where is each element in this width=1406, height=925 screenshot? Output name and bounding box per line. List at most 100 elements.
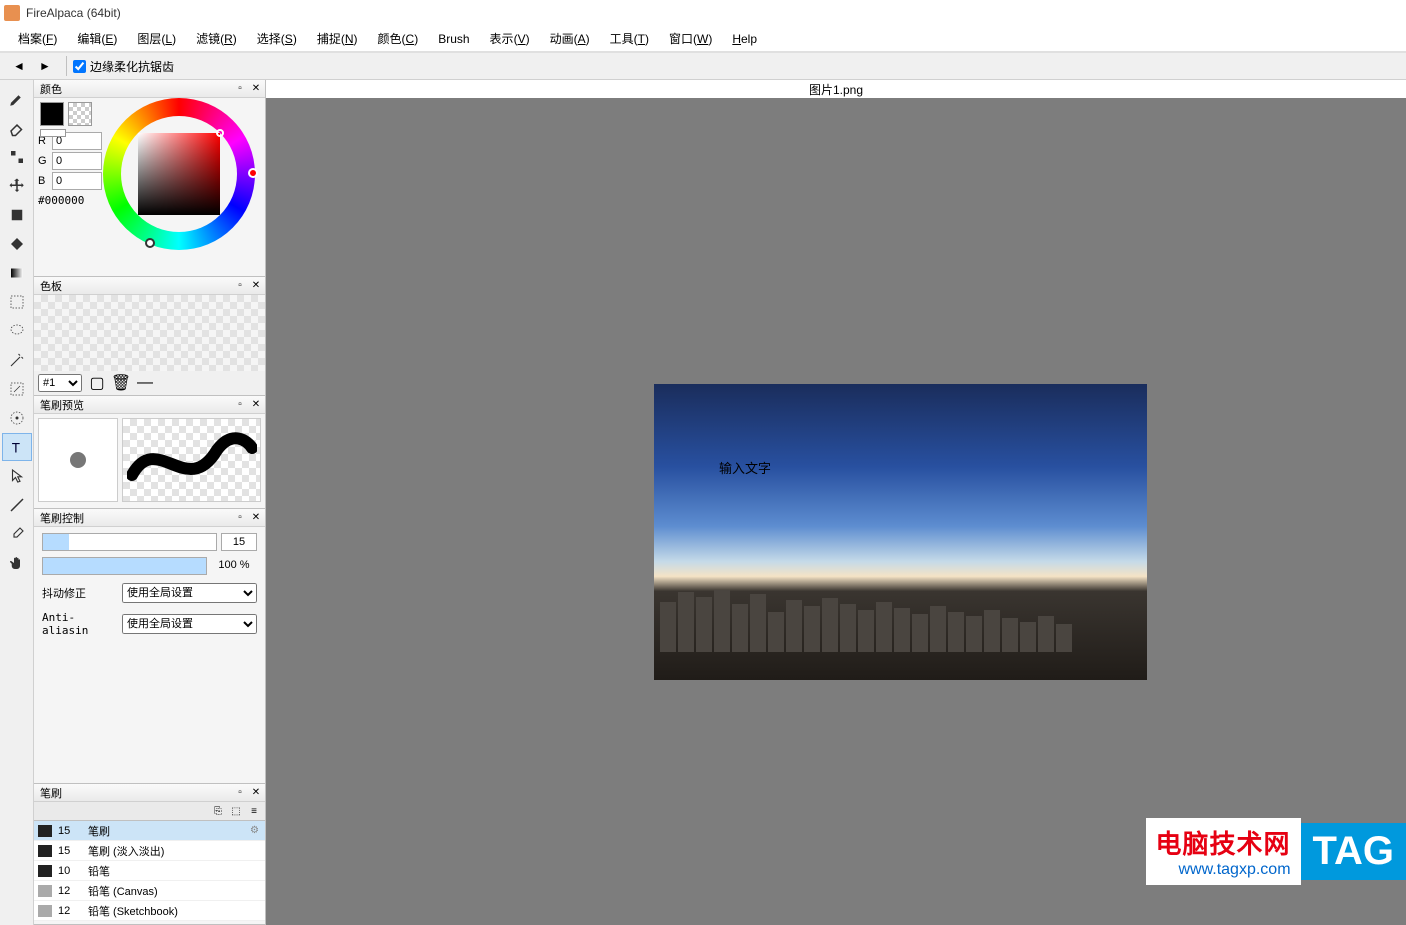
hue-handle-icon[interactable] [248,168,258,178]
panel-close-icon[interactable]: ✕ [249,786,263,800]
background-color-swatch[interactable] [68,102,92,126]
panel-minimize-icon[interactable]: ▫ [233,82,247,96]
palette-panel: 色板 ▫ ✕ #1 ▢ 🗑 — [34,277,265,396]
hue-handle2-icon[interactable] [145,238,155,248]
panel-close-icon[interactable]: ✕ [249,82,263,96]
brush-opacity-value: 100 % [211,557,257,575]
gear-icon[interactable]: ⚙ [250,825,259,836]
dot-tool[interactable] [2,143,32,171]
bucket-tool[interactable] [2,230,32,258]
color-sv-box[interactable] [138,133,220,215]
menu-animation[interactable]: 动画(A) [540,26,600,51]
color-panel: 颜色 ▫ ✕ R G B #000000 [34,80,265,277]
antialias-label: Anti-aliasin [42,611,116,637]
text-placeholder[interactable]: 输入文字 [719,458,771,477]
watermark-tag: TAG [1301,823,1406,880]
magic-wand-tool[interactable] [2,346,32,374]
menu-snap[interactable]: 捕捉(N) [307,26,368,51]
watermark-line2: www.tagxp.com [1156,861,1291,879]
menu-file[interactable]: 档案(F) [8,26,67,51]
brush-opacity-slider[interactable] [42,557,207,575]
brush-thumb-icon [38,905,52,917]
menu-color[interactable]: 颜色(C) [368,26,429,51]
eraser-tool[interactable] [2,114,32,142]
palette-select[interactable]: #1 [38,374,82,392]
nav-prev-button[interactable]: ◄ [8,55,30,77]
menu-tools[interactable]: 工具(T) [600,26,659,51]
gradient-tool[interactable] [2,259,32,287]
menu-brush[interactable]: Brush [428,28,479,50]
menu-layer[interactable]: 图层(L) [127,26,186,51]
brush-list-item[interactable]: 10铅笔 [34,861,265,881]
hand-tool[interactable] [2,549,32,577]
select-rect-tool[interactable] [2,288,32,316]
fill-tool[interactable] [2,201,32,229]
color-wheel[interactable] [103,98,255,250]
panel-minimize-icon[interactable]: ▫ [233,511,247,525]
menu-help[interactable]: Help [722,28,767,50]
panel-close-icon[interactable]: ✕ [249,279,263,293]
palette-line-icon[interactable]: — [136,374,154,392]
brush-preview-panel: 笔刷预览 ▫ ✕ [34,396,265,509]
menu-window[interactable]: 窗口(W) [659,26,722,51]
brush-list-item[interactable]: 12铅笔 (Sketchbook) [34,901,265,921]
watermark-line1: 电脑技术网 [1156,824,1291,861]
menu-view[interactable]: 表示(V) [480,26,540,51]
panel-minimize-icon[interactable]: ▫ [233,279,247,293]
options-toolbar: ◄ ► 边缘柔化抗锯齿 [0,52,1406,80]
antialias-select[interactable]: 使用全局设置 [122,614,257,634]
brush-tool[interactable] [2,85,32,113]
menubar: 档案(F) 编辑(E) 图层(L) 滤镜(R) 选择(S) 捕捉(N) 颜色(C… [0,26,1406,52]
menu-select[interactable]: 选择(S) [247,26,307,51]
app-title: FireAlpaca (64bit) [26,6,121,20]
brush-list-item[interactable]: 15笔刷 (淡入淡出) [34,841,265,861]
brush-thumb-icon [38,845,52,857]
brush-control-title: 笔刷控制 [40,510,231,526]
brush-menu-icon[interactable]: ≡ [247,804,261,818]
nav-next-button[interactable]: ► [34,55,56,77]
color-b-input[interactable] [52,172,102,190]
menu-filter[interactable]: 滤镜(R) [186,26,247,51]
app-logo-icon [4,5,20,21]
brush-size-value[interactable]: 15 [221,533,257,551]
jitter-label: 抖动修正 [42,585,116,601]
brush-size-slider[interactable] [42,533,217,551]
brush-list-item[interactable]: 15笔刷⚙ [34,821,265,841]
brush-add-icon[interactable]: ⎘ [211,804,225,818]
palette-new-icon[interactable]: ▢ [88,374,106,392]
select-brush-tool[interactable] [2,404,32,432]
jitter-select[interactable]: 使用全局设置 [122,583,257,603]
color-panel-title: 颜色 [40,81,231,97]
palette-delete-icon[interactable]: 🗑 [112,374,130,392]
foreground-color-swatch[interactable] [40,102,64,126]
brush-list-title: 笔刷 [40,785,231,801]
svg-text:T: T [11,440,19,455]
palette-panel-title: 色板 [40,278,231,294]
select-lasso-tool[interactable] [2,317,32,345]
antialias-checkbox[interactable]: 边缘柔化抗锯齿 [73,58,174,75]
canvas-image[interactable]: 输入文字 [654,384,1147,680]
select-pen-tool[interactable] [2,375,32,403]
text-tool[interactable]: T [2,433,32,461]
palette-grid[interactable] [34,295,265,371]
brush-list-panel: 笔刷 ▫ ✕ ⎘ ⬚ ≡ 15笔刷⚙15笔刷 (淡入淡出)10铅笔12铅笔 (C… [34,784,265,925]
move-tool[interactable] [2,172,32,200]
brush-preview-title: 笔刷预览 [40,397,231,413]
color-g-input[interactable] [52,152,102,170]
skyline-decoration [654,582,1147,652]
eyedropper-tool[interactable] [2,520,32,548]
operation-tool[interactable] [2,462,32,490]
brush-list-item[interactable]: 12铅笔 (Canvas) [34,881,265,901]
panel-close-icon[interactable]: ✕ [249,511,263,525]
panel-minimize-icon[interactable]: ▫ [233,398,247,412]
color-hex-value: #000000 [38,194,110,207]
brush-settings-icon[interactable]: ⬚ [229,804,243,818]
brush-control-panel: 笔刷控制 ▫ ✕ 15 100 % 抖动修正 使用全局设置 Anti- [34,509,265,784]
canvas-area[interactable]: 图片1.png 输入文字 [266,80,1406,925]
document-tab[interactable]: 图片1.png [266,80,1406,98]
menu-edit[interactable]: 编辑(E) [67,26,127,51]
panel-minimize-icon[interactable]: ▫ [233,786,247,800]
divide-tool[interactable] [2,491,32,519]
watermark: 电脑技术网 www.tagxp.com TAG [1146,818,1406,885]
panel-close-icon[interactable]: ✕ [249,398,263,412]
